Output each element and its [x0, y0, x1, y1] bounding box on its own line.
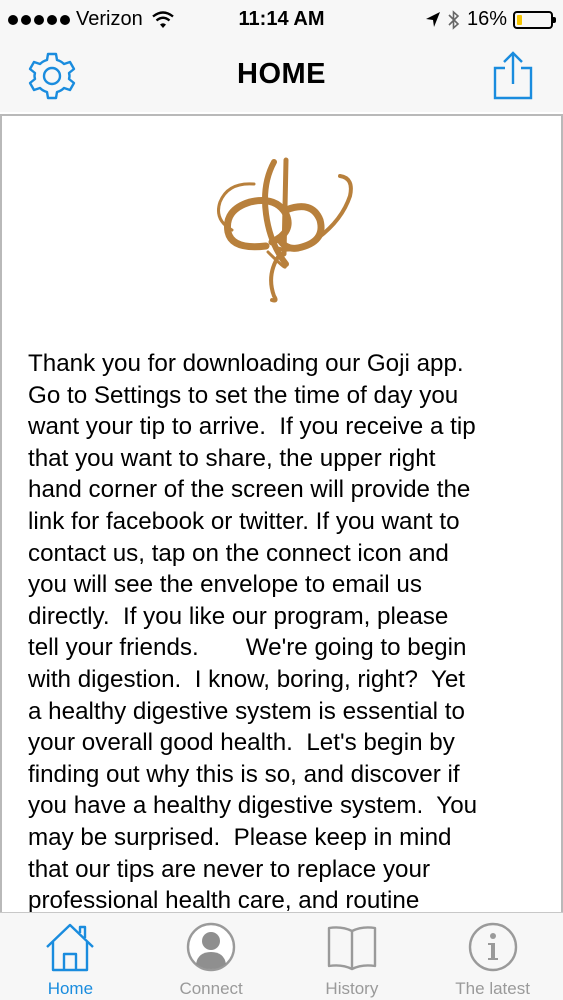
tab-the-latest-label: The latest — [455, 979, 530, 998]
battery-icon — [513, 10, 556, 29]
bluetooth-icon — [448, 9, 460, 30]
share-button[interactable] — [485, 48, 541, 104]
nav-bar: HOME — [0, 40, 563, 112]
location-arrow-icon — [425, 11, 440, 27]
tab-home-label: Home — [47, 979, 94, 998]
db-monogram-logo — [217, 157, 353, 303]
status-right: 16% — [425, 8, 556, 31]
tab-bar: Home Connect History The latest — [0, 912, 563, 1000]
page-title: HOME — [237, 58, 326, 90]
battery-percent: 16% — [466, 8, 507, 30]
person-icon — [186, 922, 236, 972]
tab-connect-label: Connect — [179, 979, 243, 998]
tab-history-label: History — [325, 979, 379, 998]
tab-history[interactable]: History — [282, 913, 423, 1000]
info-icon — [468, 922, 517, 972]
share-icon — [493, 51, 533, 100]
status-bar: Verizon 11:14 AM 16% — [0, 0, 563, 40]
tip-content-card[interactable]: Thank you for downloading our Goji app. … — [0, 114, 563, 912]
battery-level — [517, 14, 523, 25]
tip-body-text: Thank you for downloading our Goji app. … — [28, 350, 478, 912]
home-icon — [46, 923, 95, 972]
tab-connect[interactable]: Connect — [141, 913, 282, 1000]
tab-home[interactable]: Home — [0, 913, 141, 1000]
tab-the-latest[interactable]: The latest — [422, 913, 563, 1000]
book-icon — [327, 926, 377, 971]
